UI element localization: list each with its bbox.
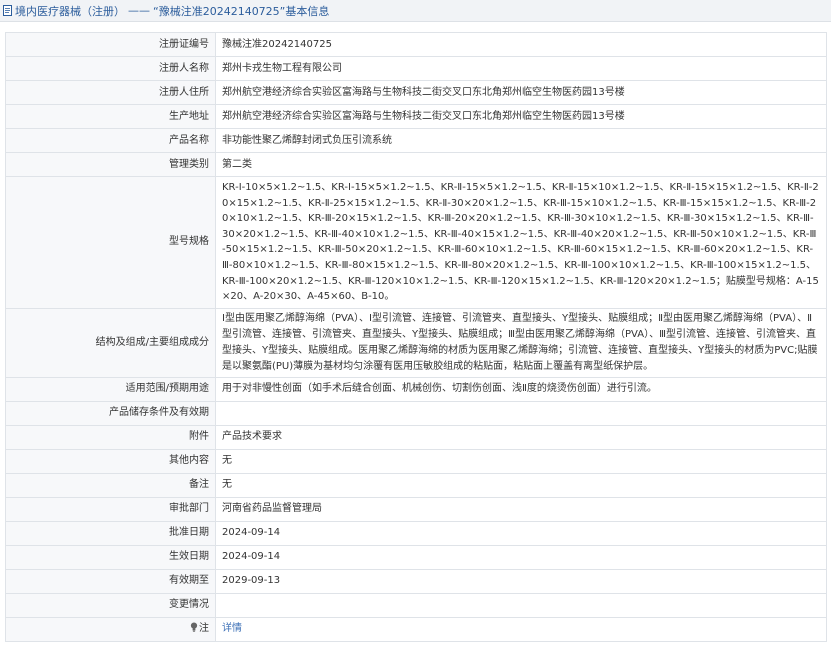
lightbulb-icon (190, 622, 198, 632)
table-row: 产品名称 非功能性聚乙烯醇封闭式负压引流系统 (5, 128, 827, 153)
row-value: 郑州航空港经济综合实验区富海路与生物科技二街交叉口东北角郑州临空生物医药园13号… (215, 104, 827, 129)
details-link[interactable]: 详情 (222, 623, 242, 634)
footer-value: 详情 (215, 616, 827, 642)
table-row: 有效期至 2029-09-13 (5, 568, 827, 594)
row-value: 郑州卡戎生物工程有限公司 (215, 56, 827, 81)
row-label: 附件 (5, 424, 216, 450)
row-label: 备注 (5, 472, 216, 498)
row-label: 注册人名称 (5, 56, 216, 81)
table-row: 生效日期 2024-09-14 (5, 544, 827, 570)
note-label: 注 (199, 623, 209, 635)
table-row: 注册证编号 豫械注准20242140725 (5, 32, 827, 57)
footer-row: 注 详情 (5, 616, 827, 642)
row-value (215, 400, 827, 426)
row-value: 第二类 (215, 152, 827, 177)
row-label: 结构及组成/主要组成成分 (5, 307, 216, 378)
row-value: 非功能性聚乙烯醇封闭式负压引流系统 (215, 128, 827, 153)
footer-label: 注 (5, 616, 216, 642)
row-value: 2024-09-14 (215, 520, 827, 546)
row-label: 批准日期 (5, 520, 216, 546)
row-label: 审批部门 (5, 496, 216, 522)
row-value: 2024-09-14 (215, 544, 827, 570)
table-row: 附件 产品技术要求 (5, 424, 827, 450)
table-row: 注册人名称 郑州卡戎生物工程有限公司 (5, 56, 827, 81)
table-row: 注册人住所 郑州航空港经济综合实验区富海路与生物科技二街交叉口东北角郑州临空生物… (5, 80, 827, 105)
row-value: 产品技术要求 (215, 424, 827, 450)
table-row: 审批部门 河南省药品监督管理局 (5, 496, 827, 522)
row-value: Ⅰ型由医用聚乙烯醇海绵（PVA）、Ⅰ型引流管、连接管、引流管夹、直型接头、Y型接… (215, 307, 827, 378)
row-value: 用于对非慢性创面（如手术后缝合创面、机械创伤、切割伤创面、浅Ⅱ度的烧烫伤创面）进… (215, 376, 827, 402)
table-row: 其他内容 无 (5, 448, 827, 474)
row-label: 其他内容 (5, 448, 216, 474)
breadcrumb-category[interactable]: 境内医疗器械（注册） (15, 3, 125, 19)
table-row: 型号规格 KR-Ⅰ-10×5×1.2~1.5、KR-Ⅰ-15×5×1.2~1.5… (5, 176, 827, 309)
row-label: 生效日期 (5, 544, 216, 570)
table-row: 管理类别 第二类 (5, 152, 827, 177)
table-row: 变更情况 (5, 592, 827, 618)
row-value: 郑州航空港经济综合实验区富海路与生物科技二街交叉口东北角郑州临空生物医药园13号… (215, 80, 827, 105)
table-row: 产品储存条件及有效期 (5, 400, 827, 426)
row-value: 无 (215, 448, 827, 474)
row-label: 注册证编号 (5, 32, 216, 57)
row-value: 河南省药品监督管理局 (215, 496, 827, 522)
row-label: 型号规格 (5, 176, 216, 309)
row-label: 产品名称 (5, 128, 216, 153)
row-value: 无 (215, 472, 827, 498)
registration-info-table: 注册证编号 豫械注准20242140725 注册人名称 郑州卡戎生物工程有限公司… (5, 32, 827, 642)
row-label: 有效期至 (5, 568, 216, 594)
document-icon (3, 5, 12, 16)
page-title: “豫械注准20242140725”基本信息 (153, 4, 330, 18)
row-value: 2029-09-13 (215, 568, 827, 594)
row-label: 产品储存条件及有效期 (5, 400, 216, 426)
page-header: 境内医疗器械（注册） —— “豫械注准20242140725”基本信息 (0, 0, 831, 22)
table-row: 批准日期 2024-09-14 (5, 520, 827, 546)
table-row: 适用范围/预期用途 用于对非慢性创面（如手术后缝合创面、机械创伤、切割伤创面、浅… (5, 376, 827, 402)
table-row: 生产地址 郑州航空港经济综合实验区富海路与生物科技二街交叉口东北角郑州临空生物医… (5, 104, 827, 129)
row-value: KR-Ⅰ-10×5×1.2~1.5、KR-Ⅰ-15×5×1.2~1.5、KR-Ⅱ… (215, 176, 827, 309)
row-label: 管理类别 (5, 152, 216, 177)
row-label: 适用范围/预期用途 (5, 376, 216, 402)
row-label: 生产地址 (5, 104, 216, 129)
table-row: 结构及组成/主要组成成分 Ⅰ型由医用聚乙烯醇海绵（PVA）、Ⅰ型引流管、连接管、… (5, 307, 827, 378)
row-label: 变更情况 (5, 592, 216, 618)
table-row: 备注 无 (5, 472, 827, 498)
breadcrumb-separator: —— (128, 4, 150, 17)
row-value (215, 592, 827, 618)
row-value: 豫械注准20242140725 (215, 32, 827, 57)
row-label: 注册人住所 (5, 80, 216, 105)
